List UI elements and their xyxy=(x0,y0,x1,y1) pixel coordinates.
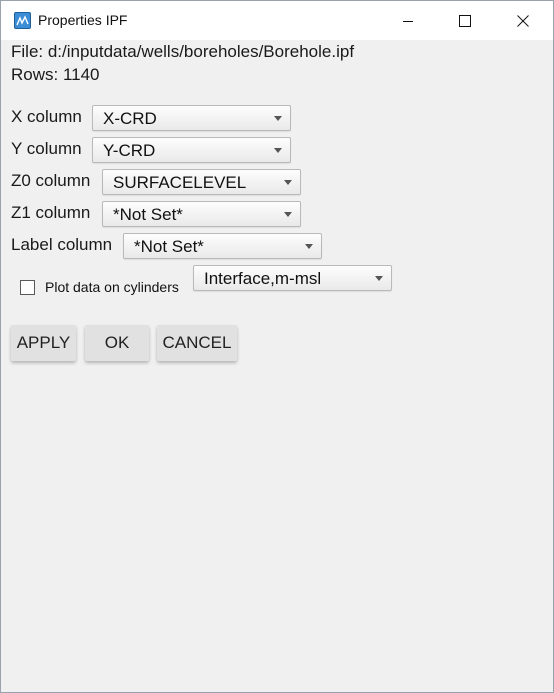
x-column-value: X-CRD xyxy=(103,109,157,128)
maximize-button[interactable] xyxy=(436,1,494,40)
close-icon xyxy=(517,14,529,27)
maximize-icon xyxy=(459,14,471,27)
z1-column-label: Z1 column xyxy=(11,203,91,222)
dialog-content: File: d:/inputdata/wells/boreholes/Boreh… xyxy=(1,40,553,692)
plot-cylinders-label[interactable]: Plot data on cylinders xyxy=(45,279,179,295)
apply-button[interactable]: APPLY xyxy=(11,325,76,361)
rows-count-text: Rows: 1140 xyxy=(11,65,100,84)
label-column-select[interactable]: *Not Set* xyxy=(123,233,322,259)
cylinder-data-value: Interface,m-msl xyxy=(204,269,322,288)
z1-column-value: *Not Set* xyxy=(113,205,183,224)
label-column-label: Label column xyxy=(11,235,113,254)
chevron-down-icon xyxy=(274,116,282,121)
z0-column-value: SURFACELEVEL xyxy=(113,173,247,192)
z0-column-select[interactable]: SURFACELEVEL xyxy=(102,169,301,195)
window-title: Properties IPF xyxy=(38,12,128,28)
y-column-select[interactable]: Y-CRD xyxy=(92,137,291,163)
x-column-select[interactable]: X-CRD xyxy=(92,105,291,131)
file-path-text: File: d:/inputdata/wells/boreholes/Boreh… xyxy=(11,42,355,61)
chevron-down-icon xyxy=(284,180,292,185)
chevron-down-icon xyxy=(274,148,282,153)
cancel-button[interactable]: CANCEL xyxy=(157,325,237,361)
minimize-icon xyxy=(403,20,413,22)
z0-column-label: Z0 column xyxy=(11,171,91,190)
x-column-label: X column xyxy=(11,107,82,126)
chevron-down-icon xyxy=(305,244,313,249)
close-button[interactable] xyxy=(494,1,552,40)
ok-button[interactable]: OK xyxy=(85,325,149,361)
plot-cylinders-checkbox[interactable] xyxy=(20,280,35,295)
chevron-down-icon xyxy=(375,276,383,281)
ipf-app-icon xyxy=(14,12,31,29)
properties-ipf-window: Properties IPF File: d:/inputdata/wells/… xyxy=(0,0,554,693)
z1-column-select[interactable]: *Not Set* xyxy=(102,201,301,227)
cylinder-data-select[interactable]: Interface,m-msl xyxy=(193,265,392,291)
label-column-value: *Not Set* xyxy=(134,237,204,256)
y-column-value: Y-CRD xyxy=(103,141,156,160)
chevron-down-icon xyxy=(284,212,292,217)
y-column-label: Y column xyxy=(11,139,82,158)
title-bar[interactable]: Properties IPF xyxy=(1,1,553,40)
minimize-button[interactable] xyxy=(379,1,437,40)
